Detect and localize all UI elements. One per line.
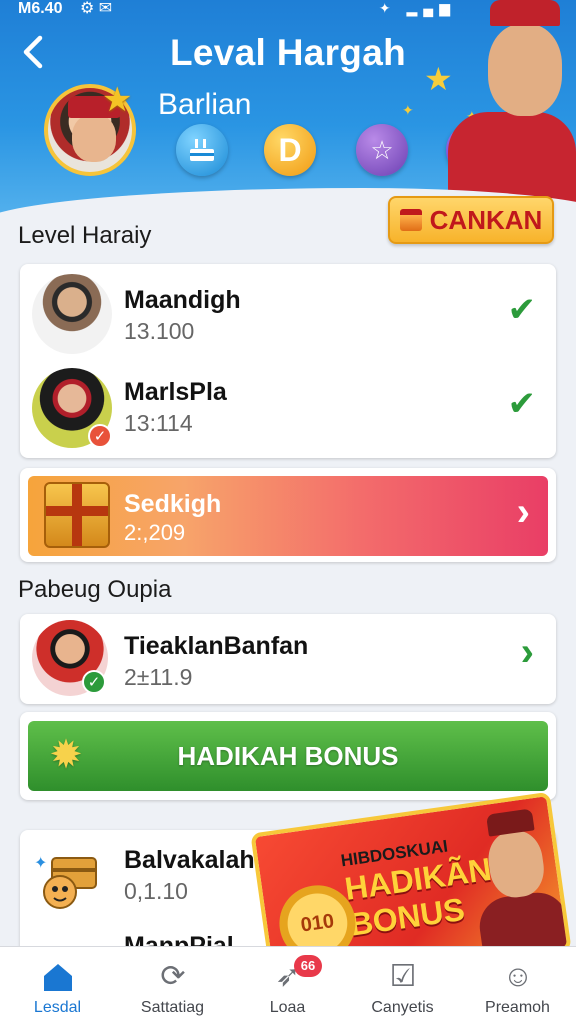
item-name: Maandigh (124, 286, 241, 314)
gift-lines-icon (190, 139, 214, 161)
mascot-chest-icon: ✦ (32, 848, 108, 912)
tab-loaa[interactable]: ➶ 66 Loaa (230, 947, 345, 1024)
star-badge-icon: ★ (102, 81, 133, 119)
sparkle-icon: ✦ (402, 102, 414, 118)
check-icon: ✔ (507, 291, 537, 329)
smile-icon: ☺ (502, 960, 534, 993)
tab-sattatiag[interactable]: ⟳ Sattatiag (115, 947, 230, 1024)
signal-icons: ✦ ▂▄▆ (378, 0, 456, 16)
check-square-icon: ☑ (389, 960, 417, 993)
bonus-button-label: HADIKAH BONUS (177, 740, 399, 771)
item-value: 0,1.10 (124, 878, 188, 904)
check-icon: ✔ (507, 385, 537, 423)
tab-preamoh[interactable]: ☺ Preamoh (460, 947, 575, 1024)
chevron-right-icon: › (516, 490, 530, 534)
badge-star-icon[interactable]: ☆ (356, 124, 408, 176)
check-badge-icon: ✓ (82, 670, 106, 694)
badge-gift-icon[interactable] (176, 124, 228, 176)
list-item[interactable]: ✓ TieaklanBanfan 2±11.9 › (20, 614, 556, 704)
bottom-tab-bar: Lesdal ⟳ Sattatiag ➶ 66 Loaa ☑ Canyetis … (0, 946, 576, 1024)
username: Barlian (158, 88, 252, 121)
chevron-right-icon: › (520, 630, 534, 674)
tab-label: Lesdal (33, 999, 82, 1016)
promo-person-image (464, 806, 572, 971)
section-title-level: Level Haraiy (18, 222, 152, 249)
badge-d-icon[interactable]: D (264, 124, 316, 176)
tab-label: Sattatiag (140, 999, 205, 1016)
svg-text:✦: ✦ (34, 855, 47, 872)
item-name: Balvakalah (124, 846, 255, 874)
person-face (484, 827, 548, 901)
item-name: TieaklanBanfan (124, 632, 309, 660)
tab-label: Canyetis (371, 999, 434, 1016)
item-value: 13.100 (124, 318, 195, 344)
back-arrow-icon (23, 35, 43, 69)
check-badge-icon: ✓ (88, 424, 112, 448)
cake-icon (399, 209, 422, 231)
level-list-card: Maandigh 13.100 ✔ ✓ MarlsPla 13:114 ✔ (20, 264, 556, 458)
gift-box-icon (44, 482, 110, 548)
notification-badge: 66 (294, 955, 322, 977)
tab-canyetis[interactable]: ☑ Canyetis (345, 947, 460, 1024)
highlight-value: 2:,209 (124, 520, 186, 545)
sync-icon: ⟳ (160, 960, 186, 993)
notification-icons: ⚙ ✉ (80, 0, 113, 17)
section-title-pabeug: Pabeug Oupia (18, 576, 172, 603)
avatar (32, 274, 112, 354)
list-item[interactable]: ✓ MarlsPla 13:114 ✔ (20, 362, 556, 458)
header-banner: M6.40 ⚙ ✉ ✦ ▂▄▆ 13679 Leval Hargah ★ Bar… (0, 0, 576, 228)
tab-label: Loaa (269, 999, 306, 1016)
home-icon (40, 959, 76, 995)
back-button[interactable] (14, 32, 54, 72)
avatar-face (72, 114, 116, 162)
page-title: Leval Hargah (170, 32, 406, 73)
item-value: 2±11.9 (124, 664, 193, 690)
item-value: 13:114 (124, 410, 193, 436)
list-item[interactable]: Maandigh 13.100 ✔ (20, 264, 556, 360)
person-face (488, 24, 562, 116)
medal-icon: ✹ (49, 733, 83, 777)
header-person-image (448, 0, 576, 212)
treasure-chest-icon: ✦ (34, 855, 97, 909)
cankan-label: CANKAN (429, 204, 543, 235)
tab-label: Preamoh (485, 999, 550, 1016)
hadikah-bonus-button[interactable]: ✹ HADIKAH BONUS (28, 721, 548, 791)
highlight-name: Sedkigh (124, 490, 222, 518)
status-time: M6.40 (18, 0, 63, 17)
person-hat (490, 0, 560, 26)
cankan-button[interactable]: CANKAN (388, 196, 554, 244)
highlight-row[interactable]: Sedkigh 2:,209 › (28, 476, 548, 556)
home-shape (44, 964, 72, 991)
item-name: MarlsPla (124, 378, 227, 406)
tab-lesdal[interactable]: Lesdal (0, 947, 115, 1024)
